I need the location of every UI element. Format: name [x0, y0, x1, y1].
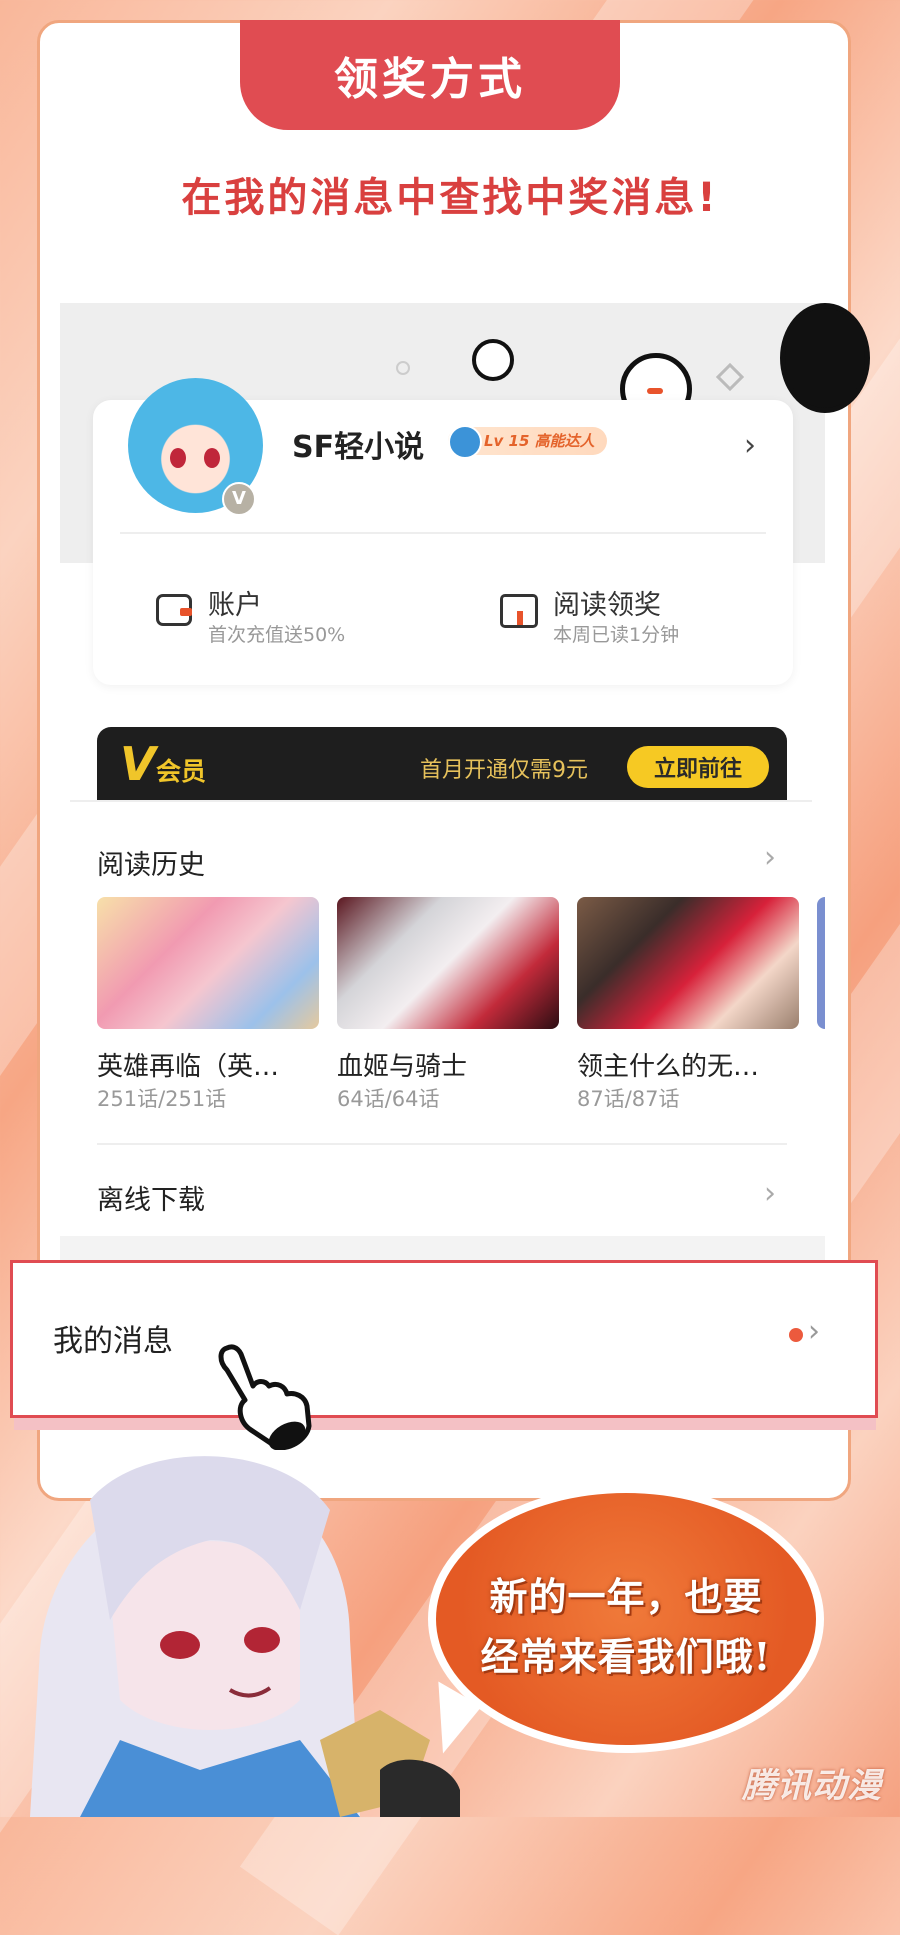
book-cover-2[interactable]	[337, 897, 559, 1029]
profile-chevron-right-icon[interactable]: ›	[744, 428, 756, 463]
offline-download-chevron-right-icon: ›	[764, 1176, 776, 1211]
offline-download-title: 离线下载	[97, 1185, 205, 1216]
instruction-headline: 在我的消息中查找中奖消息!	[181, 175, 719, 221]
speech-bubble-line-1: 新的一年，也要	[489, 1574, 763, 1619]
book-title-2[interactable]: 血姬与骑士	[337, 1046, 467, 1083]
vip-promo-text: 首月开通仅需9元	[420, 758, 588, 783]
gift-icon	[500, 594, 538, 628]
level-medal-icon	[448, 425, 482, 459]
book-progress-1: 251话/251话	[97, 1087, 227, 1111]
verified-badge: V	[222, 482, 256, 516]
book-title-3[interactable]: 领主什么的无…	[577, 1046, 759, 1083]
book-cover-partial[interactable]	[817, 897, 825, 1029]
my-messages-chevron-right-icon: ›	[808, 1314, 820, 1349]
wallet-icon	[156, 594, 192, 626]
dot-decoration	[396, 361, 410, 375]
account-title: 账户	[208, 590, 262, 621]
vip-label: 会员	[156, 757, 207, 786]
anime-character-illustration	[30, 1456, 460, 1817]
book-cover-1[interactable]	[97, 897, 319, 1029]
divider	[120, 532, 766, 534]
penguin-decoration-icon	[780, 303, 870, 413]
diamond-decoration	[715, 362, 745, 392]
divider	[97, 1143, 787, 1145]
unread-dot	[789, 1328, 803, 1342]
section-spacer	[60, 1236, 825, 1262]
book-progress-2: 64话/64话	[337, 1087, 440, 1111]
book-cover-3[interactable]	[577, 897, 799, 1029]
highlight-shadow	[14, 1418, 876, 1430]
vip-go-button[interactable]: 立即前往	[627, 746, 769, 788]
penguin-decoration-icon	[472, 339, 514, 381]
page-title: 领奖方式	[240, 20, 620, 130]
reading-reward-title: 阅读领奖	[553, 590, 661, 621]
vip-v-icon: V	[120, 737, 156, 791]
book-title-1[interactable]: 英雄再临（英…	[97, 1046, 279, 1083]
my-messages-title: 我的消息	[53, 1324, 173, 1359]
speech-bubble-line-2: 经常来看我们哦!	[480, 1634, 772, 1679]
reading-history-title: 阅读历史	[97, 850, 205, 881]
book-progress-3: 87话/87话	[577, 1087, 680, 1111]
username: SF轻小说	[292, 430, 425, 465]
account-subtitle: 首次充值送50%	[208, 624, 346, 646]
reading-history-chevron-right-icon[interactable]: ›	[764, 840, 776, 875]
reading-reward-subtitle: 本周已读1分钟	[553, 624, 680, 646]
divider	[70, 800, 812, 802]
pointing-hand-icon	[218, 1344, 312, 1450]
watermark: 腾讯动漫	[742, 1766, 882, 1806]
